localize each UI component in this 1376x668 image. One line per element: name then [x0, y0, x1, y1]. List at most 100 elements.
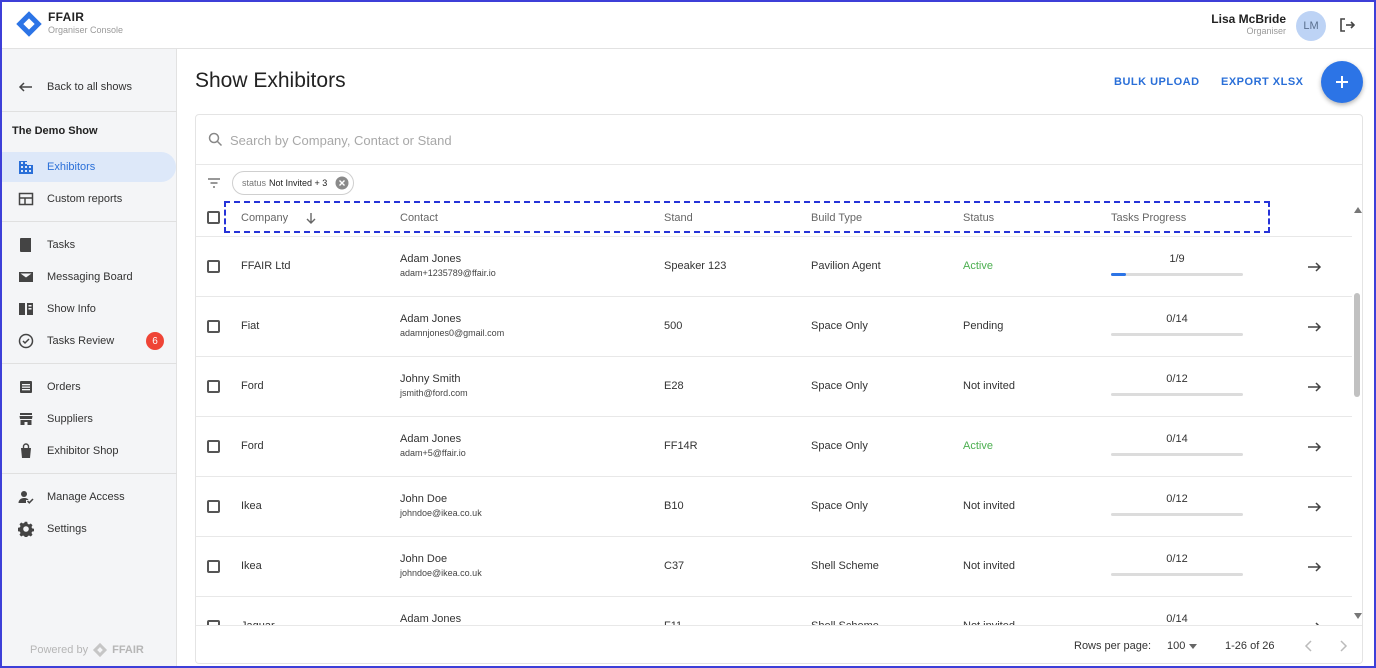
- row-checkbox[interactable]: [207, 260, 220, 273]
- tasks-progress-fill: [1111, 273, 1126, 276]
- store-icon: [19, 413, 33, 425]
- status-cell: Active: [963, 440, 993, 452]
- tasks-progress-bar: [1111, 393, 1243, 396]
- row-checkbox[interactable]: [207, 380, 220, 393]
- sidebar-item-label: Exhibitor Shop: [47, 445, 119, 457]
- tasks-progress-text: 0/14: [1166, 613, 1188, 625]
- sidebar-item-orders[interactable]: Orders: [2, 372, 177, 402]
- company-cell: Ford: [241, 440, 264, 452]
- sidebar-item-messaging-board[interactable]: Messaging Board: [2, 262, 177, 292]
- row-checkbox[interactable]: [207, 560, 220, 573]
- show-name: The Demo Show: [12, 125, 98, 137]
- column-header-stand[interactable]: Stand: [664, 212, 693, 224]
- export-xlsx-button[interactable]: EXPORT XLSX: [1221, 76, 1304, 88]
- sidebar-item-exhibitor-shop[interactable]: Exhibitor Shop: [2, 436, 177, 466]
- vertical-scrollbar-thumb[interactable]: [1354, 293, 1360, 397]
- row-checkbox[interactable]: [207, 440, 220, 453]
- brand-name: FFAIR: [48, 10, 85, 24]
- arrow-right-icon[interactable]: [1306, 379, 1322, 395]
- chip-key: status: [242, 178, 267, 188]
- arrow-right-icon[interactable]: [1306, 559, 1322, 575]
- build-type-cell: Pavilion Agent: [811, 260, 881, 272]
- avatar[interactable]: LM: [1296, 11, 1326, 41]
- company-cell: FFAIR Ltd: [241, 260, 291, 272]
- sidebar-item-show-info[interactable]: Show Info: [2, 294, 177, 324]
- chip-value: Not Invited + 3: [269, 178, 328, 188]
- sidebar-item-label: Show Info: [47, 303, 96, 315]
- build-type-cell: Space Only: [811, 380, 868, 392]
- stand-cell: E28: [664, 380, 684, 392]
- search-bar: [196, 115, 1362, 165]
- powered-by-brand: FFAIR: [112, 644, 144, 656]
- table-row[interactable]: Ford Adam Jones adam+5@ffair.io FF14R Space …: [196, 417, 1352, 477]
- column-header-company[interactable]: Company: [241, 212, 288, 224]
- column-header-contact[interactable]: Contact: [400, 212, 438, 224]
- sidebar-divider: [2, 473, 177, 474]
- scroll-down-icon[interactable]: [1354, 613, 1362, 619]
- company-cell: Ikea: [241, 560, 262, 572]
- sidebar-item-label: Custom reports: [47, 193, 123, 205]
- table-row[interactable]: Ikea John Doe johndoe@ikea.co.uk B10 Space O…: [196, 477, 1352, 537]
- back-to-shows-link[interactable]: Back to all shows: [2, 73, 177, 101]
- select-all-checkbox[interactable]: [207, 211, 220, 224]
- logout-icon[interactable]: [1338, 16, 1356, 34]
- powered-by: Powered by FFAIR: [30, 642, 144, 658]
- sidebar-item-tasks[interactable]: Tasks: [2, 230, 177, 260]
- back-link-label: Back to all shows: [47, 81, 132, 93]
- column-header-tasks-progress[interactable]: Tasks Progress: [1111, 212, 1186, 224]
- sidebar-item-tasks-review[interactable]: Tasks Review 6: [2, 326, 177, 356]
- sidebar-item-settings[interactable]: Settings: [2, 514, 177, 544]
- status-cell: Not invited: [963, 380, 1015, 392]
- arrow-right-icon[interactable]: [1306, 259, 1322, 275]
- status-cell: Active: [963, 260, 993, 272]
- sidebar: Back to all shows The Demo Show Exhibito…: [2, 49, 177, 666]
- sidebar-item-manage-access[interactable]: Manage Access: [2, 482, 177, 512]
- status-filter-chip[interactable]: status Not Invited + 3: [232, 171, 355, 195]
- scroll-up-icon[interactable]: [1354, 207, 1362, 213]
- powered-by-label: Powered by: [30, 644, 89, 656]
- status-cell: Not invited: [963, 500, 1015, 512]
- column-header-status[interactable]: Status: [963, 212, 994, 224]
- sidebar-item-exhibitors[interactable]: Exhibitors: [2, 152, 176, 182]
- arrow-right-icon[interactable]: [1306, 439, 1322, 455]
- plus-icon: [1336, 76, 1348, 88]
- company-cell: Fiat: [241, 320, 260, 332]
- brand-subtitle: Organiser Console: [48, 25, 124, 35]
- arrow-right-icon[interactable]: [1306, 499, 1322, 515]
- sidebar-item-suppliers[interactable]: Suppliers: [2, 404, 177, 434]
- add-exhibitor-button[interactable]: [1321, 61, 1363, 103]
- table-row[interactable]: FFAIR Ltd Adam Jones adam+1235789@ffair.io…: [196, 237, 1352, 297]
- table-row[interactable]: Fiat Adam Jones adamnjones0@gmail.com 500 Sp…: [196, 297, 1352, 357]
- table-row[interactable]: Ikea John Doe johndoe@ikea.co.uk C37 Shell S…: [196, 537, 1352, 597]
- contact-name: Adam Jones: [400, 433, 462, 445]
- rows-per-page-select[interactable]: 100: [1167, 640, 1185, 652]
- table-icon: [18, 192, 34, 206]
- column-header-build-type[interactable]: Build Type: [811, 212, 862, 224]
- app-window: FFAIR Organiser Console Lisa McBride Org…: [0, 0, 1376, 668]
- row-checkbox[interactable]: [207, 500, 220, 513]
- company-cell: Ikea: [241, 500, 262, 512]
- tasks-progress-text: 0/12: [1166, 493, 1188, 505]
- arrow-right-icon[interactable]: [1306, 319, 1322, 335]
- table-row[interactable]: Ford Johny Smith jsmith@ford.com E28 Space O…: [196, 357, 1352, 417]
- ffair-logo-icon: [93, 642, 108, 658]
- sidebar-item-label: Suppliers: [47, 413, 93, 425]
- sidebar-item-custom-reports[interactable]: Custom reports: [2, 184, 177, 214]
- contact-name: Adam Jones: [400, 313, 462, 325]
- close-circle-icon[interactable]: [335, 176, 349, 190]
- check-circle-icon: [18, 333, 34, 349]
- stand-cell: 500: [664, 320, 683, 332]
- bulk-upload-button[interactable]: BULK UPLOAD: [1114, 76, 1200, 88]
- build-type-cell: Space Only: [811, 320, 868, 332]
- filter-icon[interactable]: [207, 177, 221, 189]
- row-checkbox[interactable]: [207, 320, 220, 333]
- caret-down-icon[interactable]: [1189, 644, 1197, 649]
- arrow-down-icon[interactable]: [304, 211, 318, 225]
- chevron-right-icon[interactable]: [1336, 639, 1350, 653]
- tasks-review-badge: 6: [146, 332, 164, 350]
- sidebar-item-label: Settings: [47, 523, 87, 535]
- chevron-left-icon[interactable]: [1302, 639, 1316, 653]
- stand-cell: FF14R: [664, 440, 698, 452]
- status-cell: Not invited: [963, 560, 1015, 572]
- search-input[interactable]: [230, 128, 830, 152]
